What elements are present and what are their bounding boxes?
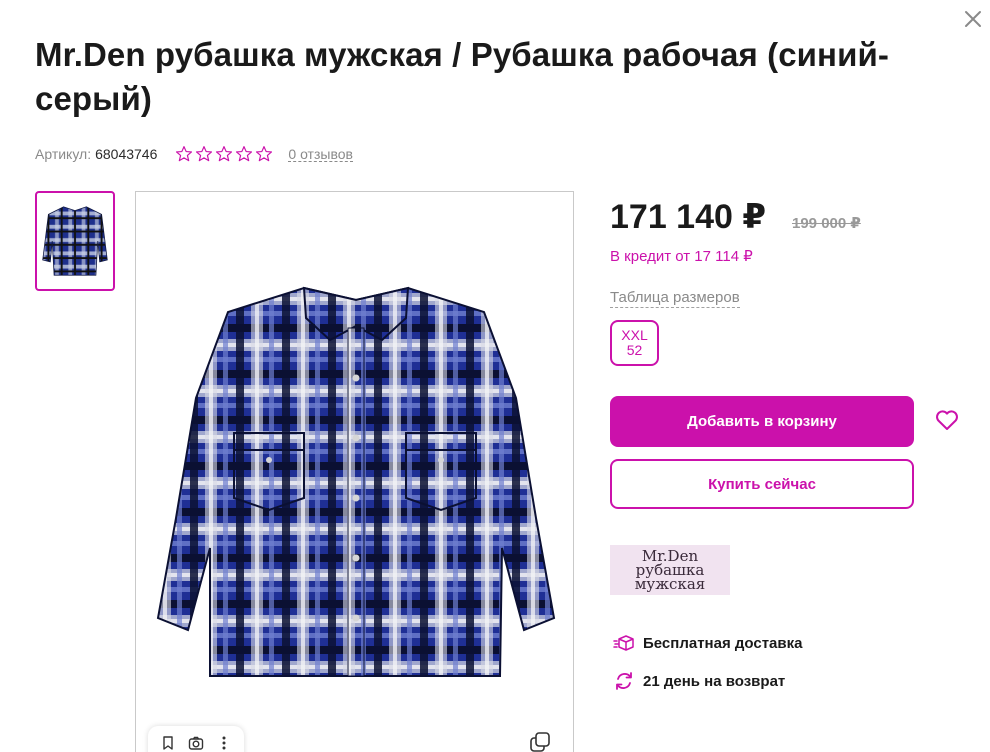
returns-text: 21 день на возврат — [643, 672, 786, 690]
size-label: XXL — [621, 327, 648, 343]
bookmark-icon[interactable] — [159, 734, 177, 752]
star-outline-icon — [216, 146, 233, 162]
box-icon — [613, 632, 635, 654]
current-price: 171 140 ₽ — [610, 198, 767, 236]
product-meta: Артикул: 68043746 0 отзывов — [35, 144, 353, 164]
camera-icon[interactable] — [187, 734, 205, 752]
close-icon — [965, 11, 981, 27]
shirt-thumbnail-image — [42, 206, 108, 276]
sku-label: Артикул: — [35, 146, 92, 162]
size-ru-label: 52 — [626, 342, 643, 358]
star-outline-icon — [256, 146, 273, 162]
star-outline-icon — [196, 146, 213, 162]
star-outline-icon — [236, 146, 253, 162]
gallery-thumbnail[interactable] — [35, 191, 115, 291]
sku-value: 68043746 — [95, 146, 158, 162]
reviews-link[interactable]: 0 отзывов — [288, 147, 353, 162]
free-delivery-feature: Бесплатная доставка — [613, 632, 802, 654]
plaid-shirt-image — [156, 286, 556, 677]
buy-now-button[interactable]: Купить сейчас — [610, 459, 914, 509]
more-vertical-icon[interactable] — [215, 734, 233, 752]
main-product-image[interactable] — [135, 191, 574, 752]
copy-icon[interactable] — [529, 731, 551, 752]
image-toolbar — [148, 726, 244, 752]
add-to-cart-button[interactable]: Добавить в корзину — [610, 396, 914, 447]
rating-stars[interactable] — [175, 145, 273, 163]
refresh-icon — [613, 670, 635, 692]
star-outline-icon — [176, 146, 193, 162]
delivery-text: Бесплатная доставка — [643, 634, 803, 652]
size-option-xxl[interactable]: XXL 52 — [610, 320, 659, 366]
returns-feature: 21 день на возврат — [613, 670, 785, 692]
credit-offer-link[interactable]: В кредит от 17 114 ₽ — [610, 247, 753, 267]
brand-logo[interactable]: Mr.Den рубашка мужская — [610, 545, 730, 595]
close-button[interactable] — [962, 8, 984, 30]
product-title: Mr.Den рубашка мужская / Рубашка рабочая… — [35, 36, 889, 117]
brand-logo-line: мужская — [634, 575, 706, 593]
size-table-link[interactable]: Таблица размеров — [610, 289, 740, 308]
old-price: 199 000 ₽ — [792, 215, 861, 232]
heart-icon[interactable] — [934, 407, 960, 433]
